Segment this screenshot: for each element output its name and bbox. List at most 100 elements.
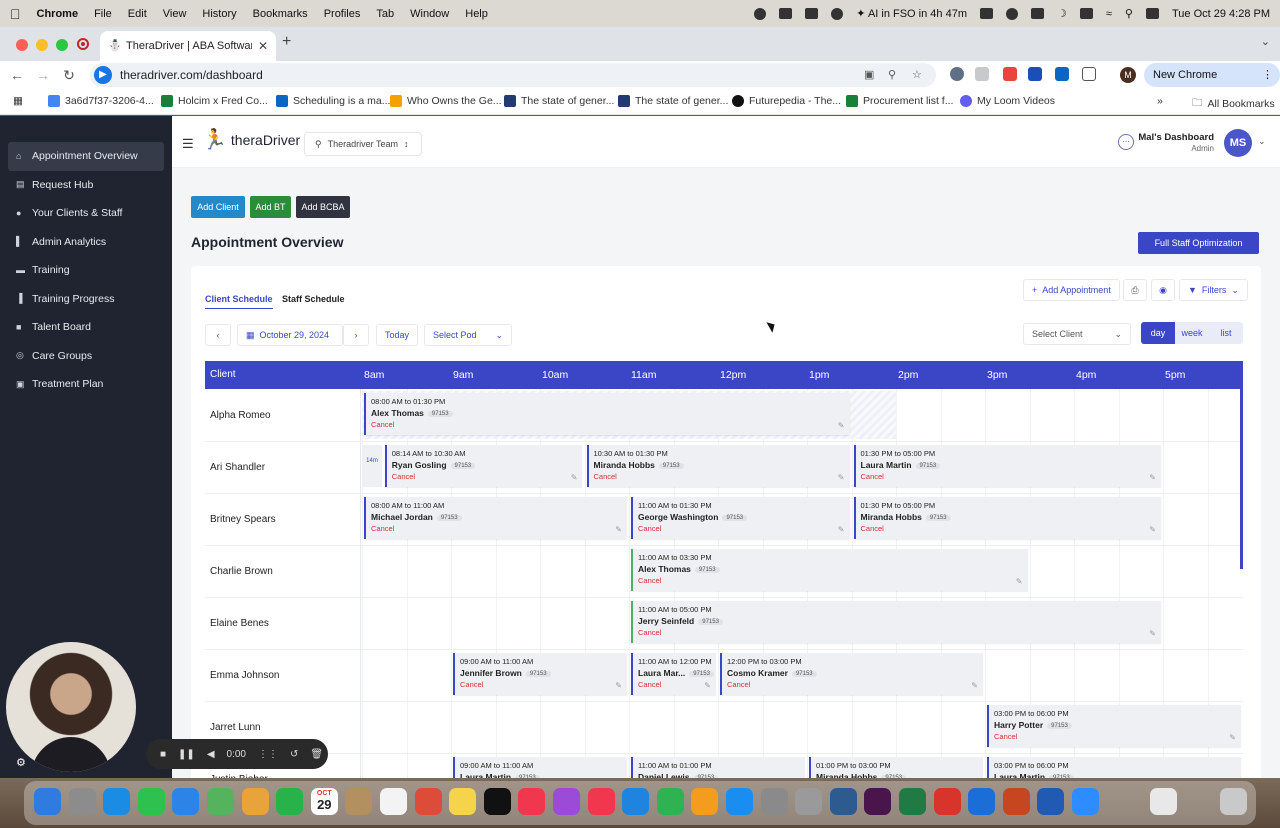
reload-icon[interactable]: ↻ (56, 67, 82, 84)
bookmark-item[interactable]: My Loom Videos (960, 95, 1055, 107)
cancel-appointment-link[interactable]: Cancel (994, 732, 1241, 741)
restart-icon[interactable]: ↺ (290, 749, 298, 760)
select-client-dropdown[interactable]: Select Client ⌄ (1023, 323, 1131, 345)
appointment-card[interactable]: 11:00 AM to 01:30 PM George Washington 971… (631, 497, 850, 539)
cancel-appointment-link[interactable]: Cancel (638, 524, 850, 533)
news-icon[interactable] (587, 788, 615, 815)
cast-icon[interactable]: ▣ (864, 68, 874, 81)
client-name[interactable]: Jarret Lunn (210, 722, 261, 733)
menu-bookmarks[interactable]: Bookmarks (253, 8, 308, 20)
bookmark-item[interactable]: Procurement list f... (846, 95, 953, 107)
gear-icon[interactable]: ⚙ (16, 756, 26, 769)
zoom-page-icon[interactable]: ⚲ (888, 68, 896, 81)
mute-icon[interactable]: ◀ (207, 749, 215, 760)
appointment-card[interactable]: 03:00 PM to 06:00 PM Harry Potter 97153 Can… (987, 705, 1241, 747)
menu-app[interactable]: Chrome (37, 8, 79, 20)
edit-icon[interactable]: ✎ (615, 681, 622, 690)
edit-icon[interactable]: ✎ (838, 473, 845, 482)
appointment-card[interactable]: 11:00 AM to 01:00 PMDaniel Lewis97153Can… (631, 757, 805, 778)
sidebar-item-appointment-overview[interactable]: ⌂ Appointment Overview (8, 142, 164, 171)
edit-icon[interactable]: ✎ (1149, 525, 1156, 534)
broadcast-icon[interactable]: ◉ (1151, 279, 1175, 301)
screenshot-icon[interactable] (779, 8, 793, 19)
appointment-card[interactable]: 08:14 AM to 10:30 AM Ryan Gosling 97153 Can… (384, 445, 583, 487)
trash-icon[interactable] (1220, 788, 1247, 815)
keynote-icon[interactable] (622, 788, 650, 815)
messages-icon[interactable] (137, 788, 165, 815)
cloud-icon[interactable] (831, 7, 844, 20)
wifi-icon[interactable]: ≈ (1106, 8, 1112, 20)
close-window-icon[interactable] (16, 39, 28, 51)
user-avatar[interactable]: MS (1224, 129, 1252, 157)
word-icon[interactable] (1037, 788, 1065, 815)
apps-grid-icon[interactable]: ▦ (13, 95, 23, 107)
app-store-icon[interactable] (726, 788, 753, 815)
client-name[interactable]: Charlie Brown (210, 566, 273, 577)
trash-icon[interactable]: 🗑 (310, 749, 323, 760)
bookmark-item[interactable]: Who Owns the Ge... (390, 95, 502, 107)
close-tab-icon[interactable]: ✕ (258, 39, 268, 53)
tab-staff-schedule[interactable]: Staff Schedule (282, 294, 345, 304)
zoom-window-icon[interactable] (56, 39, 68, 51)
sidebar-item-request-hub[interactable]: ▤ Request Hub (8, 171, 164, 200)
extensions-puzzle-icon[interactable] (1082, 67, 1096, 81)
appointment-card[interactable]: 09:00 AM to 11:00 AMLaura Martin97153Can… (453, 757, 627, 778)
bookmark-item[interactable]: Futurepedia - The... (732, 95, 841, 107)
appointment-card[interactable]: 11:00 AM to 03:30 PM Alex Thomas 97153 Canc… (631, 549, 1028, 591)
music-icon[interactable] (518, 788, 546, 815)
bookmark-star-icon[interactable]: ☆ (912, 68, 922, 81)
cancel-appointment-link[interactable]: Cancel (371, 524, 627, 533)
grammarly-icon[interactable] (1005, 7, 1018, 20)
menu-edit[interactable]: Edit (128, 8, 147, 20)
edit-icon[interactable]: ✎ (704, 681, 711, 690)
battery-icon[interactable] (1079, 8, 1093, 19)
appointment-card[interactable]: 01:30 PM to 05:00 PM Miranda Hobbs 97153 Ca… (853, 497, 1162, 539)
full-staff-optimization-button[interactable]: Full Staff Optimization (1138, 232, 1259, 254)
mail-icon[interactable] (172, 788, 200, 815)
tab-client-schedule[interactable]: Client Schedule (205, 294, 273, 309)
sidebar-item-admin-analytics[interactable]: ▌ Admin Analytics (8, 228, 164, 257)
pages-icon[interactable] (691, 788, 719, 815)
sidebar-item-talent-board[interactable]: ■ Talent Board (8, 313, 164, 342)
chevron-down-icon[interactable]: ⌄ (1258, 136, 1266, 147)
menu-history[interactable]: History (202, 8, 236, 20)
new-chrome-available-button[interactable]: New Chrome available ⋮ (1144, 63, 1280, 105)
menu-file[interactable]: File (94, 8, 112, 20)
address-bar[interactable]: ▶ theradriver.com/dashboard ▣ ⚲ ☆ (90, 63, 936, 87)
hamburger-menu-icon[interactable]: ☰ (182, 136, 194, 152)
moon-icon[interactable]: ☽ (1057, 7, 1067, 20)
excel-icon[interactable] (899, 788, 926, 815)
bookmark-item[interactable]: The state of gener... (618, 95, 728, 107)
photos-icon[interactable] (241, 788, 269, 815)
control-center-icon[interactable] (1145, 8, 1159, 19)
edit-icon[interactable]: ✎ (571, 473, 578, 482)
contacts-icon[interactable] (345, 788, 373, 815)
next-day-button[interactable]: › (343, 324, 369, 346)
numbers-icon[interactable] (656, 788, 684, 815)
menu-profiles[interactable]: Profiles (324, 8, 361, 20)
minimize-window-icon[interactable] (36, 39, 48, 51)
extension-icon[interactable] (1055, 67, 1069, 81)
add-client-button[interactable]: Add Client (191, 196, 245, 218)
1password-icon[interactable] (968, 788, 996, 815)
cancel-appointment-link[interactable]: Cancel (861, 472, 1162, 481)
sidebar-item-training[interactable]: ▬ Training (8, 256, 164, 285)
sidebar-item-treatment-plan[interactable]: ▣ Treatment Plan (8, 370, 164, 399)
cancel-appointment-link[interactable]: Cancel (392, 472, 583, 481)
pgadmin-icon[interactable] (829, 788, 857, 815)
extension-icon[interactable] (1028, 67, 1042, 81)
client-name[interactable]: Ari Shandler (210, 462, 265, 473)
appointment-card[interactable]: 12:00 PM to 03:00 PM Cosmo Kramer 97153 Can… (720, 653, 983, 695)
facetime-icon[interactable] (276, 788, 304, 815)
team-selector[interactable]: ⚲ Theradriver Team ↕ (304, 132, 422, 156)
add-appointment-button[interactable]: + Add Appointment (1023, 279, 1120, 301)
zoom-icon[interactable] (1072, 788, 1099, 815)
cancel-appointment-link[interactable]: Cancel (861, 524, 1162, 533)
edit-icon[interactable]: ✎ (615, 525, 622, 534)
maps-icon[interactable] (207, 788, 234, 815)
appointment-card[interactable]: 11:00 AM to 12:00 PM Laura Mar... 97153 Can… (631, 653, 716, 695)
appointment-card[interactable]: 08:00 AM to 01:30 PM Alex Thomas 97153 Canc… (364, 393, 850, 435)
menu-help[interactable]: Help (465, 8, 488, 20)
appointment-card[interactable]: 08:00 AM to 11:00 AM Michael Jordan 97153 C… (364, 497, 627, 539)
cancel-appointment-link[interactable]: Cancel (638, 628, 1161, 637)
